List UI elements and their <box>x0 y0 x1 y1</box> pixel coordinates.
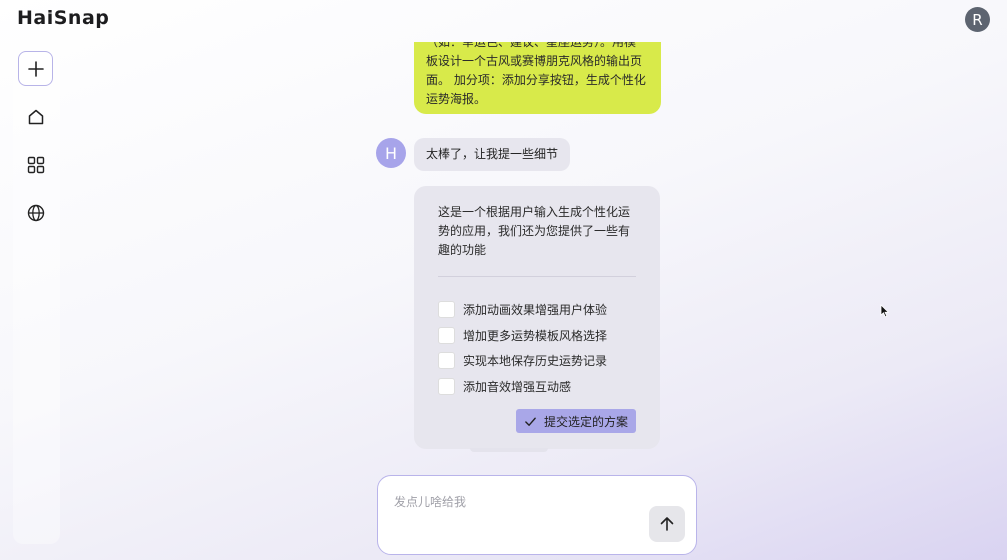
options-list: 添加动画效果增强用户体验 增加更多运势模板风格选择 实现本地保存历史运势记录 添… <box>438 297 636 399</box>
option-label: 添加音效增强互动感 <box>463 379 572 394</box>
bot-reply-bubble: 太棒了，让我提一些细节 <box>414 138 571 171</box>
feature-options-card: 这是一个根据用户输入生成个性化运势的应用，我们还为您提供了一些有趣的功能 添加动… <box>414 186 660 449</box>
option-item[interactable]: 添加音效增强互动感 <box>438 374 636 400</box>
option-checkbox[interactable] <box>438 352 455 370</box>
option-checkbox[interactable] <box>438 326 455 344</box>
send-button[interactable] <box>649 506 685 542</box>
option-label: 增加更多运势模板风格选择 <box>463 328 608 343</box>
bot-avatar: H <box>376 138 406 168</box>
option-item[interactable]: 增加更多运势模板风格选择 <box>438 323 636 349</box>
option-item[interactable]: 添加动画效果增强用户体验 <box>438 297 636 323</box>
user-message-bubble: （如：幸运色、建议、星座运势）。用模板设计一个古风或赛博朋克风格的输出页面。 加… <box>414 42 661 114</box>
option-item[interactable]: 实现本地保存历史运势记录 <box>438 348 636 374</box>
check-icon <box>525 417 536 426</box>
option-checkbox[interactable] <box>438 377 455 395</box>
mouse-cursor-icon <box>880 304 890 318</box>
submit-selection-button[interactable]: 提交选定的方案 <box>515 409 636 433</box>
card-edge <box>470 448 548 452</box>
message-input[interactable] <box>394 493 644 513</box>
user-message-text: （如：幸运色、建议、星座运势）。用模板设计一个古风或赛博朋克风格的输出页面。 加… <box>426 42 646 106</box>
card-intro-text: 这是一个根据用户输入生成个性化运势的应用，我们还为您提供了一些有趣的功能 <box>438 205 631 257</box>
arrow-up-icon <box>660 517 674 531</box>
message-composer[interactable] <box>377 475 697 555</box>
submit-button-label: 提交选定的方案 <box>543 414 628 429</box>
option-label: 实现本地保存历史运势记录 <box>463 354 608 369</box>
card-divider <box>438 276 636 277</box>
chat-area: （如：幸运色、建议、星座运势）。用模板设计一个古风或赛博朋克风格的输出页面。 加… <box>0 0 1007 560</box>
option-label: 添加动画效果增强用户体验 <box>463 303 608 318</box>
option-checkbox[interactable] <box>438 301 455 319</box>
